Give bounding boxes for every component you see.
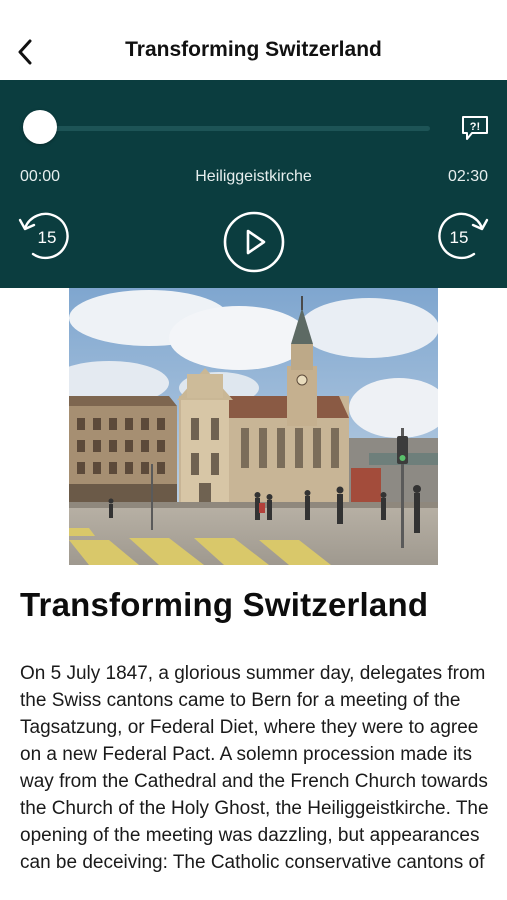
page-title: Transforming Switzerland bbox=[125, 38, 382, 61]
elapsed-time: 00:00 bbox=[20, 168, 61, 185]
duration-time: 02:30 bbox=[447, 168, 488, 185]
forward-15-button[interactable]: 15 bbox=[434, 210, 490, 262]
track-title: Heiliggeistkirche bbox=[195, 168, 312, 185]
progress-thumb[interactable] bbox=[23, 110, 57, 144]
rewind-icon: 15 bbox=[18, 212, 69, 260]
play-icon bbox=[223, 211, 285, 273]
svg-text:?!: ?! bbox=[470, 121, 480, 133]
article-body: On 5 July 1847, a glorious summer day, d… bbox=[20, 663, 489, 873]
navigation-bar: Transforming Switzerland bbox=[0, 0, 507, 80]
progress-track[interactable] bbox=[40, 126, 430, 131]
rewind-15-button[interactable]: 15 bbox=[17, 210, 73, 262]
chevron-left-icon bbox=[18, 39, 32, 65]
church-photo bbox=[69, 288, 438, 565]
play-button[interactable] bbox=[222, 210, 286, 274]
transcript-icon: ?! bbox=[462, 116, 488, 140]
back-button[interactable] bbox=[10, 34, 40, 70]
forward-seconds: 15 bbox=[450, 228, 469, 247]
rewind-seconds: 15 bbox=[38, 228, 57, 247]
article-title: Transforming Switzerland bbox=[20, 586, 429, 623]
audio-player: ?! 00:00 Heiliggeistkirche 02:30 15 15 bbox=[0, 80, 507, 288]
forward-icon: 15 bbox=[438, 212, 489, 260]
transcript-button[interactable]: ?! bbox=[460, 114, 490, 142]
